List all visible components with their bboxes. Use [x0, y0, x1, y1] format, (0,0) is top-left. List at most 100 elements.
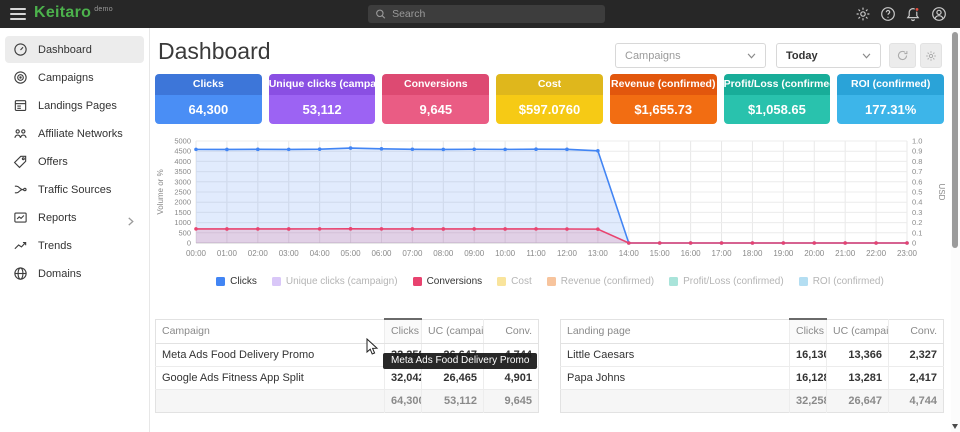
row-name-cell[interactable]: Meta Ads Food Delivery Promo	[156, 343, 385, 366]
svg-text:05:00: 05:00	[341, 249, 362, 258]
column-header-uc-campaign-[interactable]: UC (campaign)	[422, 319, 484, 343]
column-header-landing-page[interactable]: Landing page	[561, 319, 790, 343]
refresh-button[interactable]	[889, 43, 916, 68]
dashboard-icon	[13, 42, 28, 57]
chevron-down-icon	[747, 53, 756, 59]
row-name-cell[interactable]: Papa Johns	[561, 366, 790, 389]
svg-text:3500: 3500	[174, 167, 191, 176]
totals-cell: 64,300	[385, 389, 422, 412]
refresh-icon	[896, 49, 909, 62]
column-header-campaign[interactable]: Campaign	[156, 319, 385, 343]
svg-text:08:00: 08:00	[433, 249, 454, 258]
sidebar-item-affiliate-networks[interactable]: Affiliate Networks	[5, 120, 144, 147]
sidebar-item-reports[interactable]: Reports	[5, 204, 144, 231]
svg-text:09:00: 09:00	[464, 249, 485, 258]
svg-text:USD: USD	[937, 184, 946, 201]
column-header-clicks[interactable]: Clicks	[790, 319, 827, 343]
dashboard-settings-button[interactable]	[920, 43, 942, 68]
column-header-uc-campaign-[interactable]: UC (campaign)	[827, 319, 889, 343]
traffic-sources-icon	[13, 182, 28, 197]
svg-text:0.9: 0.9	[912, 147, 922, 156]
column-header-clicks[interactable]: Clicks	[385, 319, 422, 343]
stat-card-label: Unique clicks (campaign)	[269, 74, 376, 95]
row-value-cell: 16,130	[790, 343, 827, 366]
legend-item[interactable]: Profit/Loss (confirmed)	[669, 276, 784, 287]
legend-swatch	[497, 277, 506, 286]
campaigns-filter-value: Campaigns	[625, 50, 681, 62]
svg-text:5000: 5000	[174, 137, 191, 146]
global-search[interactable]	[368, 5, 605, 23]
reports-icon	[13, 210, 28, 225]
stat-card-value: 177.31%	[837, 95, 944, 124]
svg-text:10:00: 10:00	[495, 249, 516, 258]
stat-card-label: Clicks	[155, 74, 262, 95]
svg-text:20:00: 20:00	[804, 249, 825, 258]
row-name-cell[interactable]: Little Caesars	[561, 343, 790, 366]
sidebar-item-trends[interactable]: Trends	[5, 232, 144, 259]
legend-item[interactable]: Unique clicks (campaign)	[272, 276, 398, 287]
affiliate-networks-icon	[13, 126, 28, 141]
totals-cell: 53,112	[422, 389, 484, 412]
legend-item[interactable]: Clicks	[216, 276, 257, 287]
sidebar-item-dashboard[interactable]: Dashboard	[5, 36, 144, 63]
row-value-cell: 13,281	[827, 366, 889, 389]
keitaro-logo[interactable]: Keitarodemo	[34, 4, 113, 22]
legend-swatch	[669, 277, 678, 286]
stat-card-revenue: Revenue (confirmed)$1,655.73	[610, 74, 717, 124]
totals-cell: 32,258	[790, 389, 827, 412]
legend-item[interactable]: ROI (confirmed)	[799, 276, 884, 287]
stat-card-label: Cost	[496, 74, 603, 95]
legend-label: Revenue (confirmed)	[561, 276, 654, 287]
scrollbar-thumb[interactable]	[952, 32, 958, 248]
legend-item[interactable]: Cost	[497, 276, 532, 287]
column-header-conv-[interactable]: Conv.	[484, 319, 539, 343]
sidebar-item-landings-pages[interactable]: Landings Pages	[5, 92, 144, 119]
sidebar-item-label: Affiliate Networks	[38, 128, 123, 140]
scrollbar-down-arrow[interactable]	[952, 424, 958, 429]
date-range-select[interactable]: Today	[776, 43, 881, 68]
svg-text:11:00: 11:00	[526, 249, 546, 258]
svg-text:4000: 4000	[174, 157, 191, 166]
svg-text:0.6: 0.6	[912, 177, 922, 186]
svg-text:500: 500	[178, 228, 191, 237]
sidebar-item-traffic-sources[interactable]: Traffic Sources	[5, 176, 144, 203]
legend-label: Cost	[511, 276, 532, 287]
sidebar-item-label: Campaigns	[38, 72, 94, 84]
svg-text:0: 0	[187, 239, 191, 248]
sidebar-item-label: Domains	[38, 268, 81, 280]
svg-text:16:00: 16:00	[681, 249, 702, 258]
sidebar-item-campaigns[interactable]: Campaigns	[5, 64, 144, 91]
sidebar-item-offers[interactable]: Offers	[5, 148, 144, 175]
legend-item[interactable]: Conversions	[413, 276, 483, 287]
column-header-conv-[interactable]: Conv.	[889, 319, 944, 343]
notifications-bell-icon[interactable]	[905, 6, 921, 22]
search-input[interactable]	[392, 8, 598, 20]
menu-toggle-icon[interactable]	[10, 8, 26, 20]
row-name-cell[interactable]: Google Ads Fitness App Split	[156, 366, 385, 389]
svg-text:07:00: 07:00	[402, 249, 423, 258]
table-row[interactable]: Papa Johns16,12813,2812,417	[561, 366, 944, 389]
sidebar-item-label: Reports	[38, 212, 77, 224]
svg-text:00:00: 00:00	[186, 249, 207, 258]
row-value-cell: 4,901	[484, 366, 539, 389]
stat-card-cost: Cost$597.0760	[496, 74, 603, 124]
row-value-cell: 16,128	[790, 366, 827, 389]
table-row[interactable]: Google Ads Fitness App Split32,04226,465…	[156, 366, 539, 389]
svg-text:03:00: 03:00	[279, 249, 300, 258]
legend-label: ROI (confirmed)	[813, 276, 884, 287]
table-row[interactable]: Little Caesars16,13013,3662,327	[561, 343, 944, 366]
legend-swatch	[547, 277, 556, 286]
legend-swatch	[216, 277, 225, 286]
stat-card-unique-clicks: Unique clicks (campaign)53,112	[269, 74, 376, 124]
offers-icon	[13, 154, 28, 169]
settings-gear-icon[interactable]	[855, 6, 871, 22]
svg-text:0: 0	[912, 239, 916, 248]
sidebar: Dashboard Campaigns Landings Pages Affil…	[0, 28, 150, 432]
sidebar-item-domains[interactable]: Domains	[5, 260, 144, 287]
help-icon[interactable]	[880, 6, 896, 22]
account-icon[interactable]	[931, 6, 947, 22]
svg-text:2500: 2500	[174, 188, 191, 197]
legend-item[interactable]: Revenue (confirmed)	[547, 276, 654, 287]
search-icon	[375, 8, 386, 20]
campaigns-filter-select[interactable]: Campaigns	[615, 43, 766, 68]
